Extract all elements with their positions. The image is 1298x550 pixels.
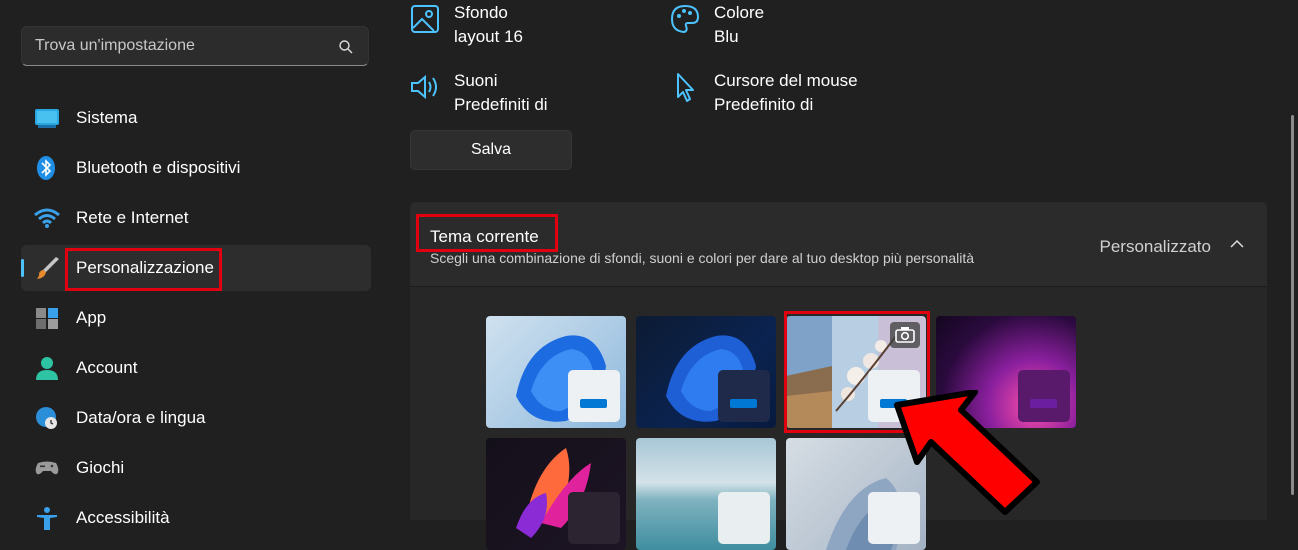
sidebar-item-label: Account <box>76 358 138 377</box>
sounds-value: Predefiniti di <box>454 95 548 114</box>
sidebar-item-label: App <box>76 308 107 327</box>
color-value: Blu <box>714 27 739 46</box>
sounds-setting[interactable]: Suoni Predefiniti di <box>410 68 630 124</box>
sidebar-item-giochi[interactable]: Giochi <box>21 445 371 491</box>
image-icon <box>410 4 440 34</box>
background-value: layout 16 <box>454 27 523 46</box>
sidebar-item-label: Rete e Internet <box>76 208 189 227</box>
background-title: Sfondo <box>454 3 508 22</box>
system-monitor-icon <box>34 106 60 130</box>
scrollbar[interactable] <box>1291 115 1294 495</box>
palette-icon <box>670 4 700 34</box>
globe-clock-icon <box>34 406 60 430</box>
background-setting[interactable]: Sfondo layout 16 <box>410 0 630 56</box>
speaker-icon <box>410 72 440 102</box>
theme-window-preview <box>718 370 770 422</box>
gamepad-icon <box>34 456 60 480</box>
cursor-value: Predefinito di <box>714 95 814 114</box>
sidebar-item-label: Sistema <box>76 108 138 127</box>
theme-window-preview <box>718 492 770 544</box>
paintbrush-icon <box>34 256 60 280</box>
theme-window-preview <box>568 492 620 544</box>
sidebar: Trova un'impostazione Sistema Bluetooth … <box>0 0 392 530</box>
search-icon[interactable] <box>338 39 354 60</box>
sidebar-item-label: Data/ora e lingua <box>76 408 206 427</box>
chevron-up-icon[interactable] <box>1229 236 1245 257</box>
sidebar-item-rete[interactable]: Rete e Internet <box>21 195 371 241</box>
save-button[interactable]: Salva <box>410 130 572 170</box>
sidebar-item-label: Giochi <box>76 458 125 477</box>
cursor-title: Cursore del mouse <box>714 71 858 90</box>
theme-thumbnail[interactable] <box>636 438 776 550</box>
sidebar-item-sistema[interactable]: Sistema <box>21 95 371 141</box>
sidebar-item-app[interactable]: App <box>21 295 371 341</box>
theme-thumbnail[interactable] <box>486 316 626 428</box>
sidebar-item-account[interactable]: Account <box>21 345 371 391</box>
sidebar-item-bluetooth[interactable]: Bluetooth e dispositivi <box>21 145 371 191</box>
theme-thumbnail[interactable] <box>636 316 776 428</box>
apps-icon <box>34 306 60 330</box>
color-title: Colore <box>714 3 765 22</box>
sounds-title: Suoni <box>454 71 498 90</box>
current-theme-value: Personalizzato <box>1099 237 1211 256</box>
cursor-setting[interactable]: Cursore del mouse Predefinito di <box>670 68 910 124</box>
color-setting[interactable]: Colore Blu <box>670 0 890 56</box>
highlight-box-tema-corrente <box>416 214 558 252</box>
sidebar-item-label: Bluetooth e dispositivi <box>76 158 241 177</box>
search-box[interactable]: Trova un'impostazione <box>21 26 369 66</box>
main-content: Sfondo layout 16 Colore Blu Suoni Predef… <box>392 0 1298 550</box>
theme-thumbnail[interactable] <box>486 438 626 550</box>
theme-window-preview <box>568 370 620 422</box>
mouse-pointer-icon <box>670 72 700 102</box>
bluetooth-icon <box>34 156 60 180</box>
highlight-box-personalizzazione <box>65 248 222 291</box>
current-theme-subtitle: Scegli una combinazione di sfondi, suoni… <box>430 250 975 266</box>
person-icon <box>34 356 60 380</box>
red-arrow-annotation <box>894 390 1040 515</box>
active-indicator <box>21 259 24 277</box>
accessibility-icon <box>34 506 60 530</box>
wifi-icon <box>34 206 60 230</box>
sidebar-item-label: Accessibilità <box>76 508 170 527</box>
sidebar-item-accessibilita[interactable]: Accessibilità <box>21 495 371 541</box>
sidebar-item-data-ora[interactable]: Data/ora e lingua <box>21 395 371 441</box>
search-input[interactable]: Trova un'impostazione <box>35 37 195 55</box>
